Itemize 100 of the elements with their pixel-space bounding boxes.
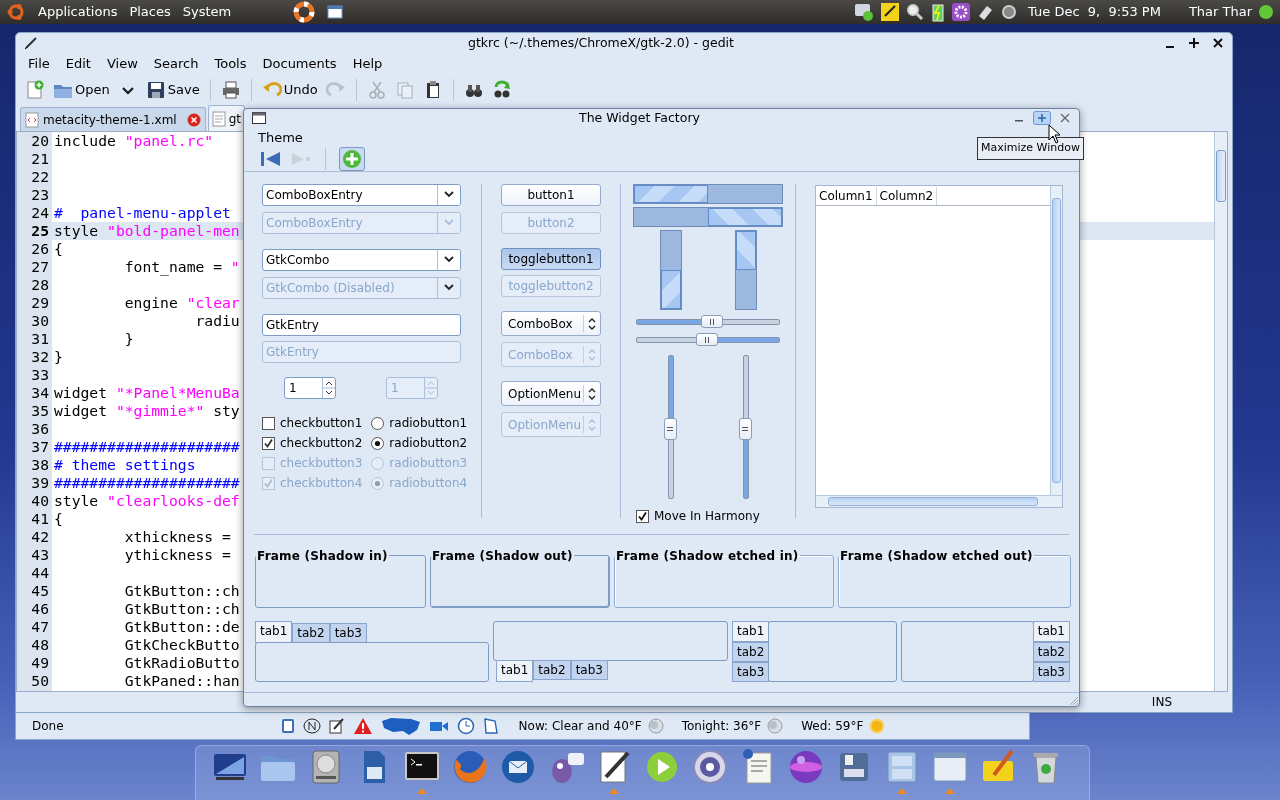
new-document-icon[interactable] — [25, 80, 45, 100]
logo-icon[interactable] — [6, 2, 26, 22]
checkbox-label[interactable]: checkbutton1 — [280, 414, 363, 433]
checkbox[interactable] — [262, 416, 275, 430]
code-line: GtkButton::ch — [123, 600, 240, 618]
battery-icon[interactable] — [930, 2, 947, 22]
checkbox[interactable] — [636, 509, 649, 523]
line-number: 46 — [30, 600, 50, 618]
combo-box-entry[interactable]: ComboBoxEntry — [262, 184, 461, 207]
map-icon[interactable] — [380, 716, 421, 736]
tab[interactable]: tab3 — [329, 622, 367, 643]
menu-item[interactable]: Places — [129, 2, 171, 22]
magnifier-icon[interactable] — [906, 3, 925, 21]
column-header[interactable]: Column2 — [876, 186, 938, 205]
line-number: 36 — [30, 420, 50, 438]
menu-item[interactable]: Theme — [250, 127, 311, 148]
resize-grip-icon[interactable] — [1069, 696, 1079, 706]
tab[interactable]: tab1 — [255, 620, 293, 643]
radio-label[interactable]: radiobutton2 — [389, 434, 468, 453]
shutter-icon[interactable] — [690, 747, 730, 787]
window-title: gtkrc (~/.themes/ChromeX/gtk-2.0) - gedit — [467, 33, 735, 52]
chat-icon[interactable] — [854, 2, 875, 22]
frame-label: Frame (Shadow etched in) — [615, 547, 800, 564]
scrollbar[interactable] — [816, 495, 1062, 508]
letter-n-circle-icon[interactable] — [302, 718, 321, 734]
user-name[interactable]: Thar Thar — [1188, 2, 1252, 22]
line-number: 31 — [30, 330, 50, 348]
combo-box-entry[interactable]: GtkCombo — [262, 249, 461, 272]
maximize-icon[interactable] — [1188, 37, 1200, 49]
radio-button[interactable] — [371, 436, 385, 450]
lifebuoy-icon[interactable] — [293, 1, 316, 23]
menu-item[interactable]: Help — [344, 54, 391, 74]
checkbox[interactable] — [262, 436, 275, 450]
menu-item[interactable]: Applications — [38, 2, 118, 22]
printer-icon[interactable] — [220, 80, 241, 100]
button[interactable]: button1 — [501, 184, 601, 207]
menu-item[interactable]: Documents — [254, 54, 345, 74]
scrollbar-thumb[interactable] — [1052, 198, 1061, 484]
line-number: 43 — [30, 546, 50, 564]
slider-thumb[interactable] — [738, 417, 752, 440]
radio-button[interactable] — [371, 416, 385, 430]
code-line: xthickness = — [123, 528, 231, 546]
code-line: GtkButton::ch — [123, 582, 240, 600]
pencil-page-icon[interactable] — [328, 718, 345, 734]
pencil-icon — [24, 36, 38, 50]
code-line: } — [54, 348, 63, 366]
book-icon[interactable] — [280, 718, 295, 734]
tab[interactable]: tab2 — [292, 622, 330, 643]
scrollbar[interactable] — [1214, 132, 1227, 691]
menu-item[interactable]: Search — [145, 54, 207, 74]
combo-box[interactable]: OptionMenu — [501, 381, 601, 407]
scrollbar-thumb[interactable] — [828, 497, 1038, 507]
radio-label[interactable]: radiobutton1 — [389, 414, 468, 433]
column-header[interactable]: Column1 — [816, 186, 877, 205]
slider-thumb[interactable] — [663, 417, 677, 440]
spin-button[interactable]: 1 — [284, 377, 336, 400]
line-number: 27 — [30, 258, 50, 276]
menu-item[interactable]: View — [98, 54, 146, 74]
tab[interactable]: tab1 — [732, 620, 770, 642]
add-button[interactable] — [339, 147, 365, 172]
text-field[interactable]: GtkEntry — [262, 314, 461, 337]
warning-icon[interactable] — [352, 717, 373, 735]
code-line: GtkCheckButto — [123, 636, 240, 654]
save-button[interactable]: Save — [142, 78, 203, 102]
weather-text: Tonight: 36°F — [681, 718, 762, 735]
checkbox-label[interactable]: Move In Harmony — [654, 507, 760, 526]
line-number: 32 — [30, 348, 50, 366]
checkbox-label[interactable]: checkbutton2 — [280, 434, 363, 453]
open-button[interactable]: Open — [50, 78, 113, 102]
undo-button[interactable]: Undo — [258, 78, 321, 102]
grip-icon — [742, 425, 748, 432]
toggle-button[interactable]: togglebutton1 — [501, 248, 601, 271]
clock[interactable]: Tue Dec 9, 9:53 PM — [1028, 2, 1161, 22]
document-tab[interactable]: metacity-theme-1.xml — [20, 107, 206, 131]
window-icon[interactable] — [327, 5, 344, 19]
gear-icon[interactable] — [952, 3, 971, 21]
menu-item[interactable]: Edit — [57, 54, 99, 74]
code-line: { — [54, 240, 63, 258]
menu-item[interactable]: File — [20, 54, 58, 74]
tab[interactable]: tab1 — [496, 659, 534, 682]
frame-label: Frame (Shadow out) — [431, 547, 574, 564]
menu-item[interactable]: System — [182, 2, 232, 22]
clock-icon[interactable] — [456, 717, 475, 735]
line-number: 37 — [30, 438, 50, 456]
line-number: 50 — [30, 672, 50, 690]
line-number: 20 — [30, 132, 50, 150]
scrollbar-thumb[interactable] — [1216, 150, 1226, 202]
slider-thumb[interactable] — [695, 333, 718, 347]
notepad-icon[interactable] — [482, 717, 499, 735]
note-icon[interactable] — [880, 2, 901, 22]
line-number: 33 — [30, 366, 50, 384]
tab[interactable]: tab2 — [533, 659, 571, 680]
combo-box[interactable]: ComboBox — [501, 311, 601, 337]
close-icon[interactable] — [1212, 37, 1224, 49]
slider-thumb[interactable] — [701, 315, 724, 329]
document-tab[interactable]: gt — [207, 105, 245, 131]
scrollbar[interactable] — [1050, 186, 1062, 496]
tab[interactable]: tab1 — [1032, 620, 1070, 642]
line-number: 47 — [30, 618, 50, 636]
menu-item[interactable]: Tools — [206, 54, 255, 74]
